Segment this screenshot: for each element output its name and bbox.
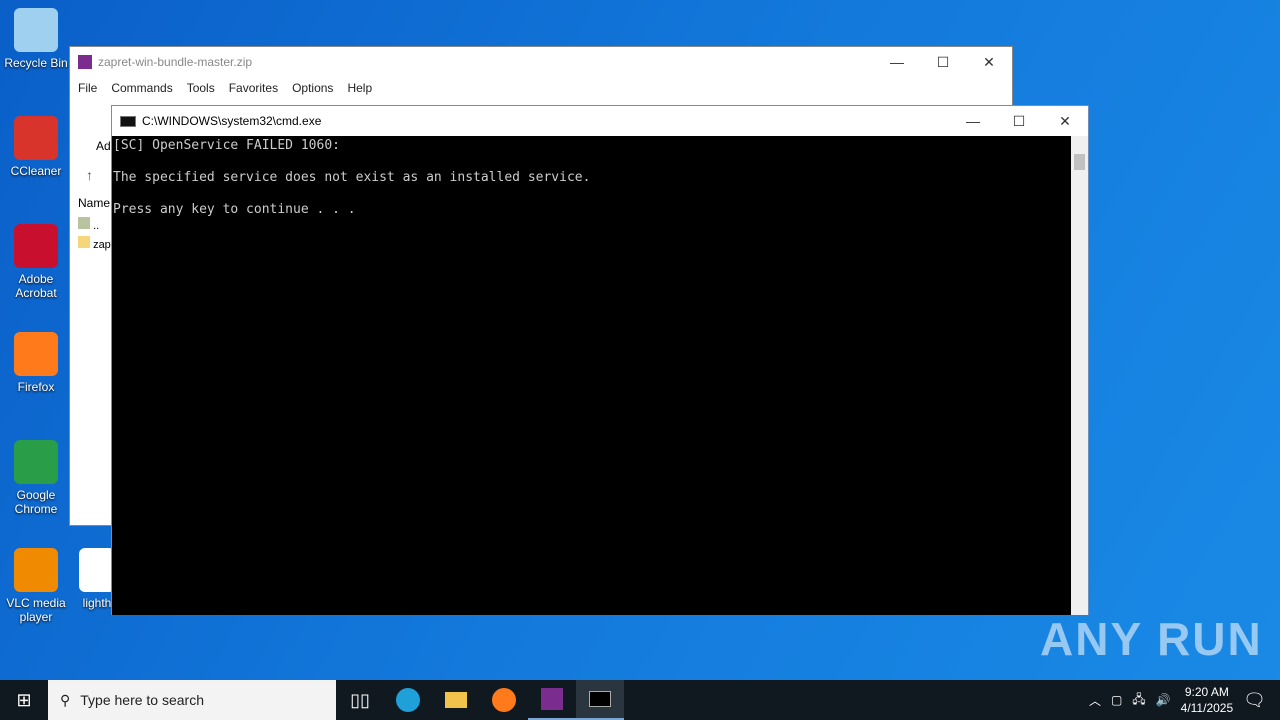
cmd-window[interactable]: C:\WINDOWS\system32\cmd.exe — ☐ ✕ [SC] Ope… (111, 105, 1089, 615)
desktop-icon[interactable]: Google Chrome (0, 440, 72, 516)
column-header-name[interactable]: Name (78, 196, 110, 210)
console-line: The specified service does not exist as … (113, 170, 591, 185)
notification-icon[interactable]: 🗨 (1243, 690, 1266, 711)
menu-item[interactable]: Tools (187, 81, 215, 95)
minimize-button[interactable]: — (874, 47, 920, 77)
console-output[interactable]: [SC] OpenService FAILED 1060: The specifi… (112, 136, 1072, 615)
search-box[interactable]: ⚲ Type here to search (48, 680, 336, 720)
chevron-up-icon[interactable]: ︿ (1089, 692, 1101, 709)
desktop-icon[interactable]: CCleaner (0, 116, 72, 178)
search-icon: ⚲ (60, 691, 71, 708)
maximize-button[interactable]: ☐ (996, 106, 1042, 136)
menu-item[interactable]: File (78, 81, 97, 95)
window-title: zapret-win-bundle-master.zip (98, 55, 253, 69)
minimize-button[interactable]: — (950, 106, 996, 136)
cmd-taskbar-icon[interactable] (576, 680, 624, 720)
up-arrow-icon[interactable]: ↑ (86, 167, 93, 183)
menu-item[interactable]: Options (292, 81, 333, 95)
edge-taskbar-icon[interactable] (384, 680, 432, 720)
console-line: Press any key to continue . . . (113, 202, 356, 217)
firefox-taskbar-icon[interactable] (480, 680, 528, 720)
maximize-button[interactable]: ☐ (920, 47, 966, 77)
toolbar-add-button[interactable]: Ad (96, 139, 111, 153)
vlc-icon (14, 548, 58, 592)
winrar-icon (78, 55, 92, 69)
volume-icon[interactable]: 🔊 (1156, 693, 1171, 707)
explorer-taskbar-icon[interactable] (432, 680, 480, 720)
close-button[interactable]: ✕ (966, 47, 1012, 77)
cmd-icon (120, 115, 136, 127)
network-icon[interactable]: 🖧 (1132, 690, 1145, 711)
task-view-icon[interactable]: ▯▯ (336, 680, 384, 720)
console-line: [SC] OpenService FAILED 1060: (113, 138, 340, 153)
window-title: C:\WINDOWS\system32\cmd.exe (142, 114, 322, 128)
recycle-bin-icon (14, 8, 58, 52)
desktop-icon[interactable]: Recycle Bin (0, 8, 72, 70)
camera-icon[interactable]: ▢ (1111, 693, 1122, 707)
menu-item[interactable]: Favorites (229, 81, 278, 95)
desktop-icon[interactable]: Adobe Acrobat (0, 224, 72, 300)
word-icon (79, 548, 115, 592)
file-row[interactable]: .. (78, 217, 99, 232)
ccleaner-icon (14, 116, 58, 160)
file-row[interactable]: zap (78, 236, 111, 251)
anyrun-watermark: ANY RUN (1040, 613, 1263, 665)
scrollbar[interactable] (1071, 136, 1088, 615)
menu-item[interactable]: Commands (111, 81, 172, 95)
clock[interactable]: 9:20 AM 4/11/2025 (1181, 684, 1234, 716)
acrobat-icon (14, 224, 58, 268)
desktop-icon[interactable]: VLC media player (0, 548, 72, 624)
start-button[interactable]: ⊞ (0, 680, 48, 720)
chrome-icon (14, 440, 58, 484)
close-button[interactable]: ✕ (1042, 106, 1088, 136)
taskbar: ⊞ ⚲ Type here to search ▯▯ ︿ ▢ 🖧 🔊 9:20 A… (0, 680, 1280, 720)
firefox-icon (14, 332, 58, 376)
desktop-icon[interactable]: Firefox (0, 332, 72, 394)
menu-item[interactable]: Help (347, 81, 372, 95)
winrar-taskbar-icon[interactable] (528, 680, 576, 720)
